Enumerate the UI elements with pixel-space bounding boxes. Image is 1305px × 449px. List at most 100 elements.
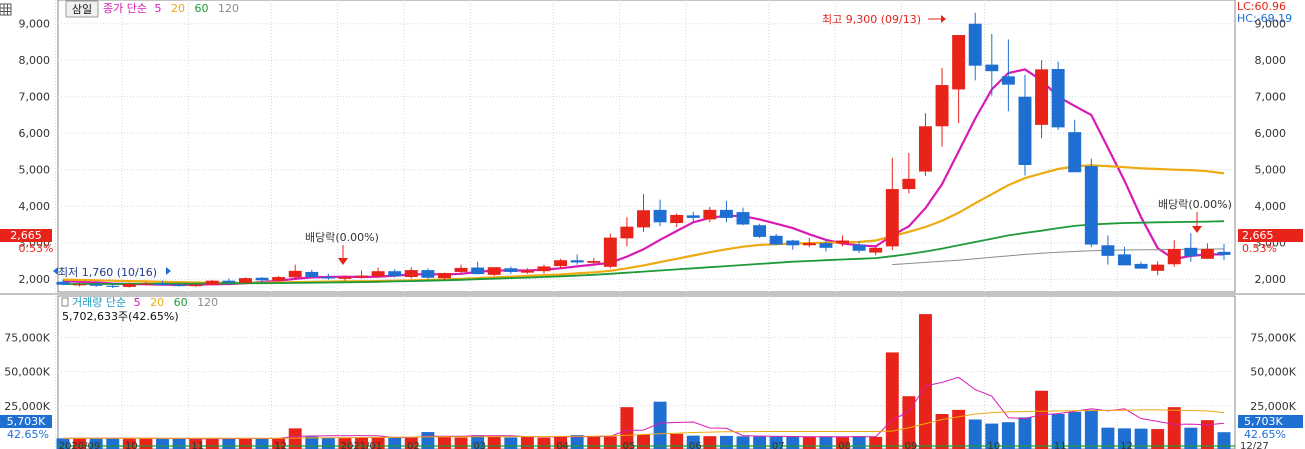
volume-tick-left: 75,000K bbox=[4, 331, 50, 344]
x-tick-label: 2020/09 bbox=[59, 441, 101, 449]
candle bbox=[1068, 119, 1082, 173]
candle-body bbox=[952, 35, 966, 90]
candle-body bbox=[1001, 76, 1015, 85]
volume-bar bbox=[1035, 390, 1049, 449]
candle bbox=[404, 267, 418, 279]
x-tick-label: 05 bbox=[623, 441, 636, 449]
grid-toggle-icon[interactable] bbox=[0, 3, 12, 16]
candle-body bbox=[504, 268, 518, 272]
candle-body bbox=[122, 283, 136, 287]
axis-labels: 2,000 2,0003,000 3,0004,000 4,0005,000 5,000… bbox=[4, 18, 1296, 449]
candle-body bbox=[139, 283, 153, 285]
candle bbox=[1167, 240, 1181, 267]
candle bbox=[205, 279, 219, 286]
price-tick-right: 2,000 bbox=[1255, 273, 1287, 286]
low-price-label: 최저 1,760 (10/16) bbox=[58, 266, 157, 279]
current-change-right: 0.53% bbox=[1242, 242, 1277, 255]
price-ma-legend[interactable]: 종가 단순 5 20 60 120 bbox=[103, 2, 239, 15]
candle-body bbox=[852, 244, 866, 251]
candle-body bbox=[753, 225, 767, 237]
candle-body bbox=[918, 126, 932, 172]
current-price-left: 2,665 bbox=[10, 229, 42, 242]
candle bbox=[1001, 39, 1015, 112]
high-annotation: 최고 9,300 (09/13) bbox=[822, 13, 946, 26]
volume-bar bbox=[504, 437, 518, 449]
vol-ma60-period: 60 bbox=[174, 296, 188, 309]
candle-body bbox=[421, 270, 435, 278]
volume-bar bbox=[885, 352, 899, 449]
stock-selector-label: 삼일 bbox=[72, 2, 92, 16]
candle-body bbox=[968, 23, 982, 66]
candle bbox=[1101, 235, 1115, 265]
candle-body bbox=[222, 280, 236, 283]
volume-bar bbox=[238, 438, 252, 449]
volume-bar bbox=[869, 436, 883, 449]
volume-ma-legend[interactable]: 거래량 단순 5 20 60 120 bbox=[72, 296, 218, 309]
ma120-period: 120 bbox=[218, 2, 239, 15]
candle-body bbox=[1035, 69, 1049, 125]
candle-body bbox=[1184, 247, 1198, 257]
stock-chart-screen: 2,000 2,000 3,000 3,000 4,000 4,000 5,000 5,000… bbox=[0, 0, 1305, 449]
candle-body bbox=[238, 278, 252, 283]
volume-bar bbox=[388, 437, 402, 449]
volume-bar bbox=[703, 436, 717, 449]
stock-selector-button[interactable]: 삼일 bbox=[65, 0, 99, 18]
volume-bar bbox=[205, 438, 219, 449]
volume-bar bbox=[487, 436, 501, 449]
candle-body bbox=[338, 277, 352, 279]
volume-bar bbox=[1001, 422, 1015, 449]
candle bbox=[753, 223, 767, 238]
candle bbox=[1035, 60, 1049, 139]
right-arrow-icon-low bbox=[166, 267, 171, 275]
candle-body bbox=[355, 275, 369, 278]
volume-bar bbox=[637, 434, 650, 449]
candle bbox=[305, 269, 319, 278]
candle-body bbox=[554, 260, 568, 267]
candle-body bbox=[570, 260, 584, 263]
candle bbox=[968, 12, 982, 81]
candle bbox=[952, 35, 966, 124]
candle-body bbox=[537, 266, 551, 272]
current-price-tag-left: 2,665 0.53% bbox=[0, 229, 53, 255]
volume-bar bbox=[537, 437, 551, 449]
candle-body bbox=[1217, 251, 1231, 255]
volume-tick-left: 50,000K bbox=[4, 366, 50, 379]
current-price-right: 2,665 bbox=[1242, 229, 1274, 242]
candle-body bbox=[1167, 248, 1181, 265]
price-tick-left: 5,000 bbox=[19, 164, 51, 177]
volume-bars[interactable] bbox=[56, 314, 1231, 449]
candle bbox=[1084, 158, 1098, 248]
current-volume-left: 5,703K bbox=[7, 415, 46, 428]
volume-pct-left: 42.65% bbox=[7, 428, 49, 441]
x-tick-label: 10 bbox=[988, 441, 1001, 449]
candle-body bbox=[172, 285, 186, 287]
candle-body bbox=[255, 277, 269, 281]
candle bbox=[1200, 243, 1214, 259]
candle-body bbox=[620, 226, 634, 239]
candle bbox=[238, 277, 252, 284]
volume-value-readout: 5,702,633주(42.65%) bbox=[62, 310, 179, 323]
candle bbox=[786, 239, 800, 250]
price-tick-left: 8,000 bbox=[19, 54, 51, 67]
volume-ma5-line bbox=[62, 376, 1225, 440]
candle-body bbox=[703, 209, 717, 220]
candlestick-series[interactable] bbox=[56, 12, 1231, 288]
price-tick-left: 4,000 bbox=[19, 200, 51, 213]
volume-bar bbox=[321, 437, 335, 449]
candle bbox=[620, 217, 634, 247]
candle bbox=[1151, 261, 1165, 276]
volume-bar bbox=[802, 436, 816, 449]
price-tick-right: 7,000 bbox=[1255, 91, 1287, 104]
candle-body bbox=[819, 243, 833, 248]
candle-body bbox=[438, 273, 451, 279]
candle-body bbox=[106, 285, 120, 287]
price-tick-right: 5,000 bbox=[1255, 164, 1287, 177]
candle-body bbox=[719, 209, 733, 218]
current-volume-right: 5,703K bbox=[1244, 415, 1283, 428]
candle-body bbox=[985, 64, 999, 72]
candle-body bbox=[487, 267, 501, 275]
volume-bar bbox=[172, 438, 186, 449]
candle-body bbox=[73, 284, 87, 286]
current-price-tag-right: 2,665 0.53% bbox=[1238, 229, 1303, 255]
candle bbox=[520, 268, 534, 274]
